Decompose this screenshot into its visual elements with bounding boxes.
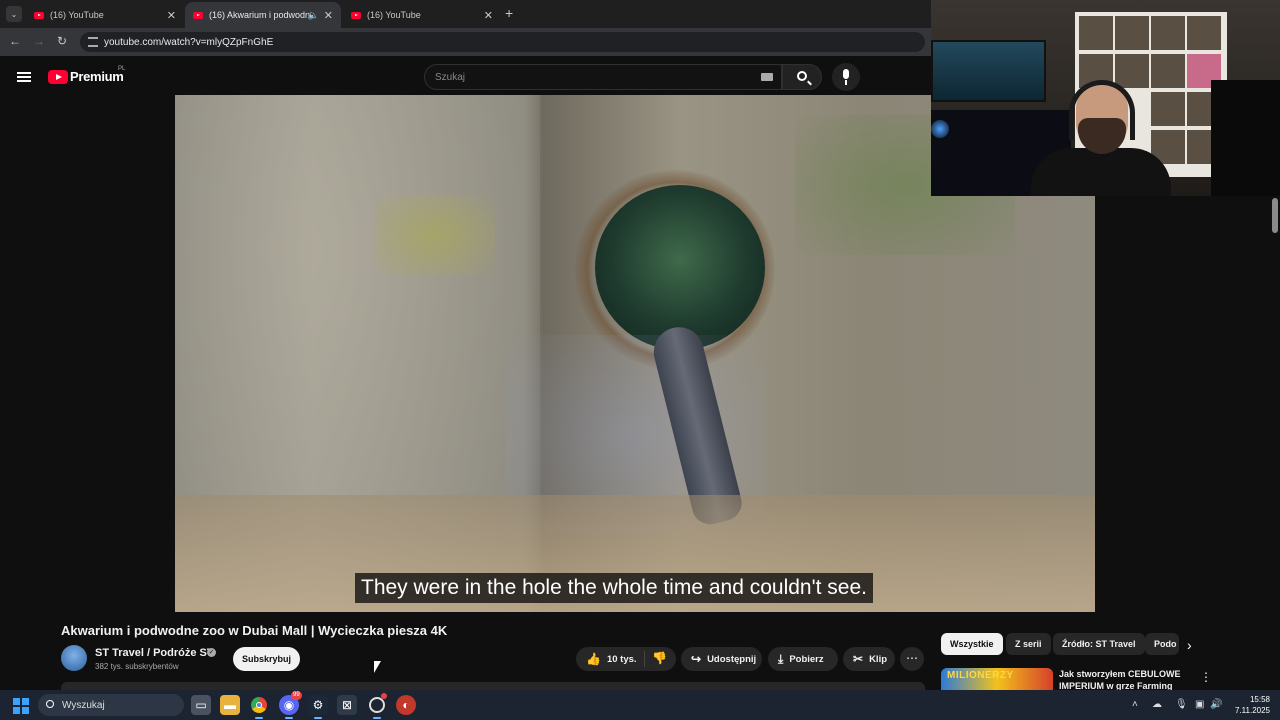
- steam-icon[interactable]: ⚙: [308, 695, 328, 719]
- back-arrow-icon[interactable]: ←: [9, 34, 21, 48]
- chevron-right-icon[interactable]: ›: [1187, 637, 1192, 653]
- task-view-icon[interactable]: ▭: [191, 695, 211, 715]
- clip-button[interactable]: ✂ Klip: [843, 647, 895, 671]
- thumbs-down-icon[interactable]: 👎: [652, 651, 667, 665]
- menu-icon[interactable]: [17, 72, 31, 82]
- youtube-favicon-icon: [34, 11, 44, 19]
- search-input[interactable]: Szukaj: [424, 64, 782, 90]
- tray-chevron-up-icon[interactable]: ˄: [1132, 699, 1138, 710]
- thumbnail-text: MILIONERZY: [947, 670, 1014, 681]
- webcam-led: [931, 120, 949, 138]
- clock-date: 7.11.2025: [1235, 706, 1270, 715]
- tab-active-video[interactable]: (16) Akwarium i podwodne 🔈 ✕: [185, 2, 341, 28]
- search-icon: [797, 71, 807, 81]
- search-icon: [46, 700, 54, 708]
- description-box[interactable]: [61, 682, 925, 690]
- like-count[interactable]: 10 tys.: [607, 654, 637, 665]
- onedrive-cloud-icon[interactable]: ☁: [1152, 699, 1162, 710]
- discord-notification-badge: 99: [291, 691, 302, 700]
- chip-related[interactable]: Podo: [1145, 633, 1179, 655]
- recommended-video-menu-icon[interactable]: ⋮: [1200, 670, 1212, 684]
- channel-avatar[interactable]: [61, 645, 87, 671]
- speaker-icon[interactable]: 🔈: [308, 10, 319, 21]
- verified-check-icon: ✓: [207, 648, 216, 657]
- tab-title: (16) Akwarium i podwodne: [209, 10, 316, 20]
- more-actions-icon[interactable]: ⋯: [900, 647, 924, 671]
- file-explorer-icon[interactable]: ▬: [220, 695, 240, 715]
- subscriber-count: 382 tys. subskrybentów: [95, 662, 179, 671]
- site-info-icon[interactable]: [88, 37, 98, 47]
- taskbar-search-placeholder: Wyszukaj: [62, 699, 105, 711]
- webcam-headset: [1069, 80, 1135, 140]
- url-bar[interactable]: youtube.com/watch?v=mlyQZpFnGhE: [80, 32, 925, 52]
- divider: [644, 651, 645, 667]
- clip-label: Klip: [869, 653, 888, 665]
- obs-icon[interactable]: [367, 693, 387, 719]
- thumbs-up-icon[interactable]: 👍: [586, 652, 601, 666]
- channel-name[interactable]: ST Travel / Podróże ST: [95, 647, 214, 659]
- scissors-icon: ✂: [853, 652, 864, 666]
- tab-youtube-3[interactable]: (16) YouTube ✕: [343, 2, 501, 28]
- network-icon[interactable]: ▣: [1195, 699, 1204, 710]
- windows-start-icon[interactable]: [13, 698, 29, 714]
- new-tab-button[interactable]: +: [505, 5, 513, 21]
- tab-search-dropdown[interactable]: ⌄: [6, 6, 22, 22]
- chip-source[interactable]: Źródło: ST Travel: [1053, 633, 1145, 655]
- close-tab-icon[interactable]: ✕: [324, 9, 333, 22]
- download-label: Pobierz: [789, 653, 824, 665]
- youtube-favicon-icon: [351, 11, 361, 19]
- tab-title: (16) YouTube: [367, 10, 421, 20]
- reload-icon[interactable]: ↻: [57, 34, 67, 48]
- youtube-logo-icon[interactable]: [48, 70, 68, 84]
- voice-search-mic-icon[interactable]: [832, 63, 860, 91]
- country-code: PL: [118, 66, 126, 72]
- subscribe-button[interactable]: Subskrybuj: [233, 647, 300, 671]
- download-icon: ⤓: [778, 651, 784, 666]
- forward-arrow-icon[interactable]: →: [33, 34, 45, 48]
- like-dislike-group: 👍 10 tys. 👎: [576, 647, 676, 671]
- tab-youtube-1[interactable]: (16) YouTube ✕: [26, 2, 184, 28]
- search-button[interactable]: [782, 64, 822, 90]
- video-title: Akwarium i podwodne zoo w Dubai Mall | W…: [61, 623, 448, 638]
- chip-all[interactable]: Wszystkie: [941, 633, 1003, 655]
- webcam-aquarium: [931, 40, 1046, 102]
- microphone-icon[interactable]: 🎙: [1175, 699, 1188, 710]
- taskbar-clock[interactable]: 15:58 7.11.2025: [1226, 694, 1270, 716]
- xbox-icon[interactable]: ⊠: [337, 695, 357, 715]
- youtube-favicon-icon: [193, 11, 203, 19]
- webcam-person-body: [1031, 148, 1171, 196]
- share-label: Udostępnij: [707, 653, 757, 665]
- url-text: youtube.com/watch?v=mlyQZpFnGhE: [104, 36, 274, 48]
- webcam-chair: [1211, 80, 1280, 196]
- address-toolbar: ← → ↻ youtube.com/watch?v=mlyQZpFnGhE: [0, 28, 931, 56]
- app-red-icon[interactable]: ◐: [396, 695, 416, 715]
- tab-title: (16) YouTube: [50, 10, 104, 20]
- logo-text[interactable]: Premium: [70, 69, 124, 84]
- keyboard-icon[interactable]: [761, 73, 773, 81]
- close-tab-icon[interactable]: ✕: [484, 9, 493, 22]
- recommended-video-title[interactable]: Jak stworzyłem CEBULOWE IMPERIUM w grze …: [1059, 668, 1187, 690]
- discord-icon[interactable]: ◉ 99: [279, 691, 302, 719]
- share-button[interactable]: ↪ Udostępnij: [681, 647, 762, 671]
- recommended-video-thumbnail[interactable]: MILIONERZY: [941, 668, 1053, 690]
- chip-series[interactable]: Z serii: [1006, 633, 1051, 655]
- video-frame-moss: [375, 195, 495, 275]
- video-frame-hole: [595, 185, 765, 350]
- close-tab-icon[interactable]: ✕: [167, 9, 176, 22]
- volume-icon[interactable]: 🔊: [1210, 699, 1222, 710]
- chrome-icon[interactable]: [249, 695, 269, 719]
- windows-taskbar: Wyszukaj ▭ ▬ ◉ 99 ⚙ ⊠ ◐ ˄ ☁ 🎙 ▣ 🔊 15:58 7…: [0, 690, 1280, 720]
- clock-time: 15:58: [1249, 695, 1270, 704]
- webcam-overlay: [931, 0, 1280, 196]
- page-scrollbar-thumb[interactable]: [1272, 198, 1278, 233]
- video-subtitle: They were in the hole the whole time and…: [355, 573, 873, 603]
- taskbar-search-input[interactable]: Wyszukaj: [38, 694, 184, 716]
- share-arrow-icon: ↪: [691, 652, 702, 666]
- youtube-header: Premium PL Szukaj: [0, 58, 931, 95]
- download-button[interactable]: ⤓ Pobierz: [768, 647, 838, 671]
